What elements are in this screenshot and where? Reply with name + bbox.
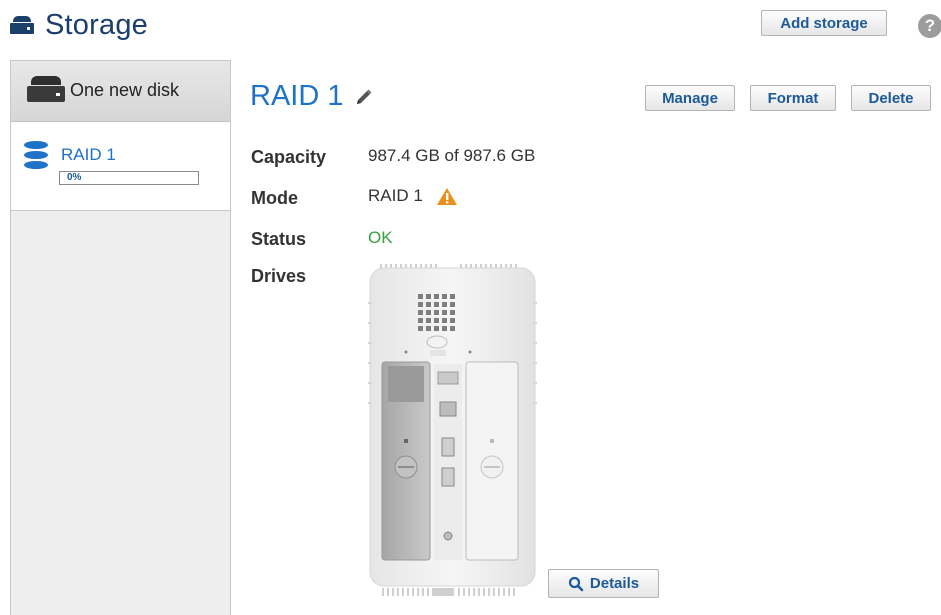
sidebar-item-label: RAID 1 bbox=[61, 145, 116, 164]
status-label: Status bbox=[251, 229, 307, 249]
format-button[interactable]: Format bbox=[750, 85, 836, 111]
progress-text: 0% bbox=[67, 172, 82, 183]
warning-icon[interactable] bbox=[436, 187, 458, 206]
sidebar-item-one-new-disk[interactable]: One new disk bbox=[11, 61, 230, 122]
sidebar-item-label: One new disk bbox=[70, 80, 180, 100]
mode-value: RAID 1 bbox=[368, 186, 423, 205]
pencil-icon[interactable] bbox=[355, 88, 373, 106]
manage-button[interactable]: Manage bbox=[645, 85, 735, 111]
capacity-label: Capacity bbox=[251, 147, 327, 167]
search-icon bbox=[568, 576, 584, 591]
add-storage-button[interactable]: Add storage bbox=[761, 10, 887, 36]
status-value: OK bbox=[368, 228, 393, 247]
page-title-text: Storage bbox=[45, 8, 148, 41]
delete-button[interactable]: Delete bbox=[851, 85, 931, 111]
details-button[interactable]: Details bbox=[548, 569, 659, 598]
details-label: Details bbox=[589, 575, 640, 592]
volume-name: RAID 1 bbox=[250, 80, 344, 112]
hard-drive-icon bbox=[27, 76, 65, 102]
hard-drive-icon bbox=[10, 16, 34, 34]
storage-sidebar: One new disk RAID 1 0% bbox=[10, 60, 231, 615]
sidebar-item-raid-1[interactable]: RAID 1 0% bbox=[11, 122, 230, 211]
volume-title: RAID 1 bbox=[250, 80, 373, 113]
nas-device-image bbox=[368, 264, 537, 596]
raid-progress-bar: 0% bbox=[59, 171, 199, 185]
mode-row: RAID 1 bbox=[368, 186, 458, 206]
capacity-value: 987.4 GB of 987.6 GB bbox=[368, 146, 536, 165]
drives-label: Drives bbox=[251, 266, 307, 286]
page-title: Storage bbox=[10, 7, 148, 43]
mode-label: Mode bbox=[251, 188, 298, 208]
database-icon bbox=[24, 141, 48, 171]
page-header: Storage Add storage ? bbox=[0, 0, 941, 52]
help-icon[interactable]: ? bbox=[918, 14, 941, 38]
